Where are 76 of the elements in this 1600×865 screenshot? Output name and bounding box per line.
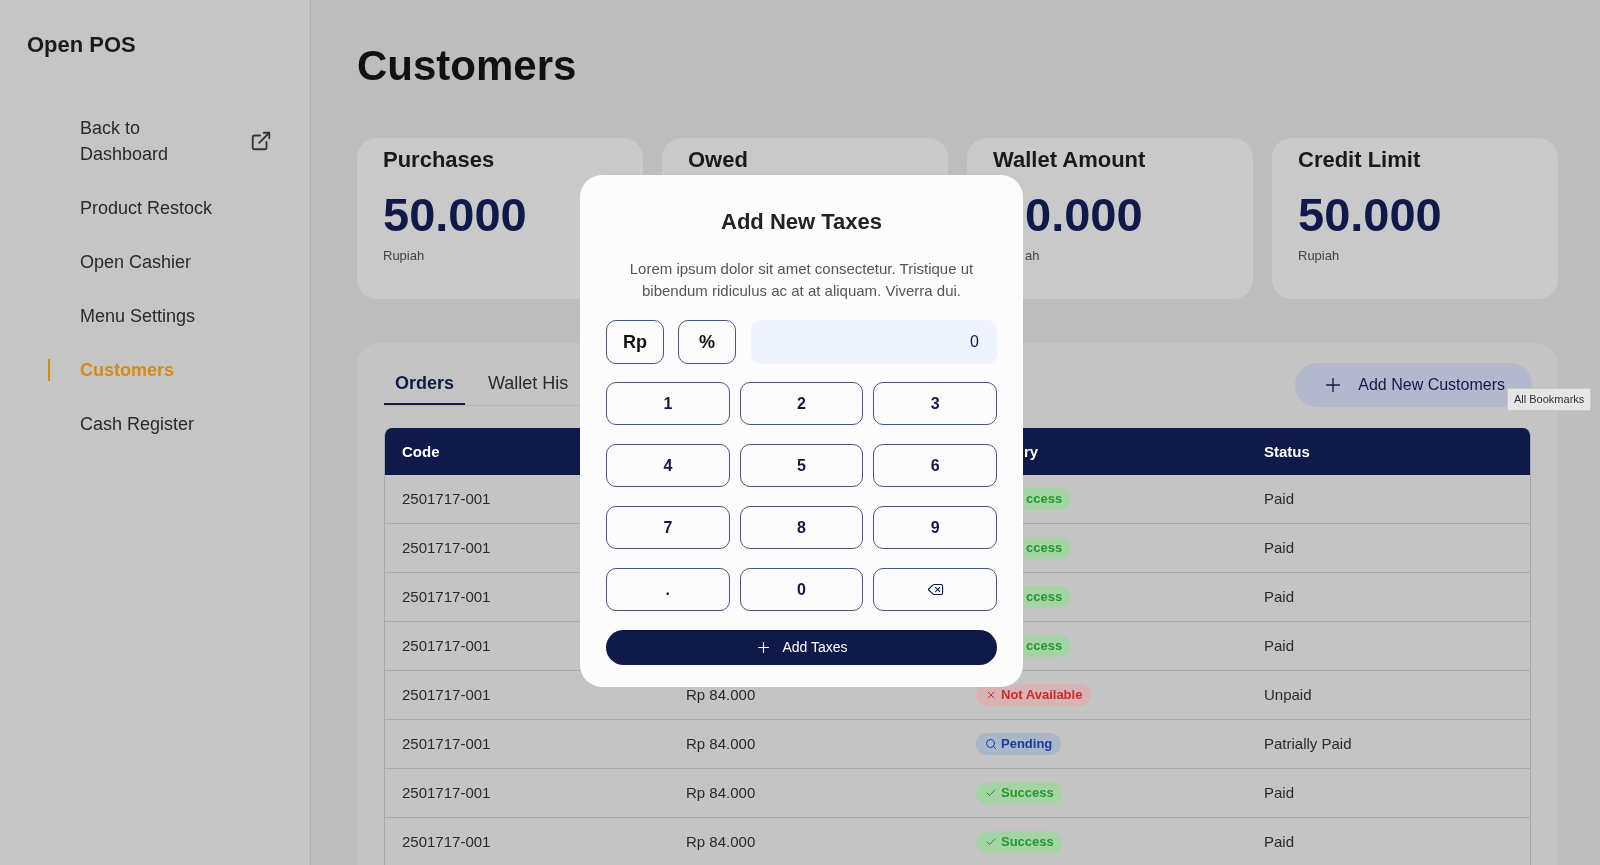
keypad-key[interactable]: 6: [873, 444, 997, 487]
table-cell: Paid: [1264, 636, 1295, 654]
nav-link[interactable]: Open Cashier: [80, 249, 192, 275]
nav-link[interactable]: Product Restock: [80, 195, 213, 221]
table-cell: Unpaid: [1264, 685, 1312, 703]
table-cell: 2501717-001: [402, 489, 491, 507]
add-taxes-button[interactable]: Add Taxes: [606, 630, 997, 665]
external-link-icon[interactable]: [250, 130, 272, 152]
table-cell: 2501717-001: [402, 832, 491, 850]
page-title: Customers: [357, 41, 577, 91]
keypad-key[interactable]: 2: [739, 382, 864, 425]
status-tag: Pending: [976, 733, 1062, 755]
table-cell: Rp 84.000: [686, 783, 756, 801]
keypad-key[interactable]: 3: [873, 382, 997, 425]
nav-link[interactable]: Cash Register: [80, 411, 195, 437]
keypad-key[interactable]: 7: [606, 506, 730, 549]
keypad-key[interactable]: 8: [739, 506, 864, 549]
active-indicator: [48, 359, 50, 381]
backspace-key[interactable]: [873, 568, 997, 611]
table-cell: Paid: [1264, 783, 1295, 801]
column-header: Code: [402, 442, 440, 460]
unit-button[interactable]: Rp: [606, 320, 664, 364]
table-cell: Paid: [1264, 538, 1295, 556]
card-unit: ah: [1025, 247, 1040, 265]
status-tag: ccess: [1024, 635, 1072, 657]
card-value: 50.000: [383, 188, 527, 242]
card-value: 50.000: [1298, 188, 1442, 242]
unit-button[interactable]: %: [678, 320, 736, 364]
nav-link[interactable]: Menu Settings: [80, 303, 196, 329]
keypad-key[interactable]: 1: [606, 382, 730, 425]
card-title: Owed: [688, 148, 748, 172]
table-cell: 2501717-001: [402, 538, 491, 556]
status-tag: ccess: [1024, 488, 1072, 510]
table-cell: Rp 84.000: [686, 832, 756, 850]
check-icon: [985, 787, 997, 799]
table-cell: Paid: [1264, 489, 1295, 507]
keypad-key[interactable]: .: [606, 568, 730, 611]
tab[interactable]: Orders: [384, 370, 466, 405]
brand-name: Open POS: [27, 31, 136, 59]
card-unit: Rupiah: [1298, 247, 1340, 265]
status-tag: ccess: [1024, 586, 1072, 608]
table-cell: Patrially Paid: [1264, 734, 1352, 752]
table-cell: 2501717-001: [402, 587, 491, 605]
table-cell: Paid: [1264, 587, 1295, 605]
card-unit: Rupiah: [383, 247, 425, 265]
backspace-icon: [926, 581, 944, 598]
nav-link[interactable]: Back to Dashboard: [80, 115, 200, 167]
status-tag: Success: [976, 831, 1063, 853]
status-tag: ccess: [1024, 537, 1072, 559]
table-cell: 2501717-001: [402, 734, 491, 752]
card-title: Wallet Amount: [993, 148, 1146, 172]
card-value: 0.000: [1025, 188, 1143, 242]
tab[interactable]: Wallet His: [477, 370, 580, 405]
modal-title: Add New Taxes: [721, 208, 882, 236]
table-cell: 2501717-001: [402, 685, 491, 703]
amount-field[interactable]: 0: [751, 320, 997, 364]
table-cell: 2501717-001: [402, 783, 491, 801]
keypad-key[interactable]: 0: [739, 568, 864, 611]
tooltip: All Bookmarks: [1507, 388, 1592, 411]
column-header: ry: [1024, 442, 1039, 460]
table-cell: 2501717-001: [402, 636, 491, 654]
modal-description: Lorem ipsum dolor sit amet consectetur. Tristique ut bibendum ridiculus ac at at aliquam. Viverra dui.: [628, 259, 975, 301]
keypad-key[interactable]: 5: [739, 444, 864, 487]
keypad-key[interactable]: 4: [606, 444, 730, 487]
table-cell: Rp 84.000: [686, 734, 756, 752]
check-icon: [985, 836, 997, 848]
search-icon: [985, 738, 997, 750]
card-title: Credit Limit: [1298, 148, 1421, 172]
status-tag: Success: [976, 782, 1063, 804]
card-title: Purchases: [383, 148, 495, 172]
x-icon: [985, 689, 997, 701]
table-cell: Paid: [1264, 832, 1295, 850]
status-tag: Not Available: [976, 684, 1092, 706]
keypad-key[interactable]: 9: [873, 506, 997, 549]
table-cell: Rp 84.000: [686, 685, 756, 703]
column-header: Status: [1264, 442, 1310, 460]
